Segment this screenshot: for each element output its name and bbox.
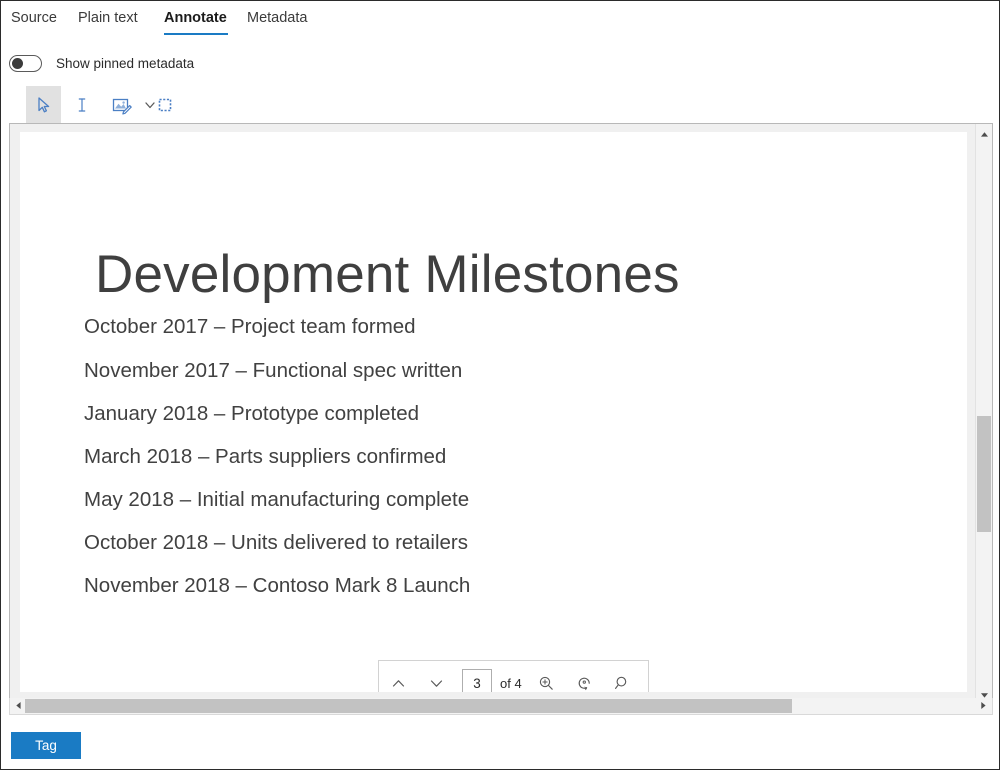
page-navigation-toolbar: of 4 (378, 660, 649, 692)
show-pinned-metadata-toggle[interactable] (9, 55, 42, 72)
slide-title: Development Milestones (95, 244, 680, 305)
next-page-button[interactable] (417, 661, 455, 692)
search-magnifier-icon (613, 674, 632, 692)
tab-annotate-label: Annotate (164, 10, 227, 26)
scroll-right-button[interactable] (976, 698, 991, 713)
page-total-label: of 4 (500, 676, 522, 691)
slide-line: January 2018 – Prototype completed (84, 402, 419, 426)
tab-strip: Source Plain text Annotate Metadata (1, 1, 1000, 38)
tab-metadata[interactable]: Metadata (247, 1, 315, 38)
tab-source[interactable]: Source (11, 1, 63, 38)
text-tool-button[interactable] (64, 86, 99, 123)
show-pinned-metadata-label: Show pinned metadata (56, 54, 194, 73)
document-viewer: Development Milestones October 2017 – Pr… (9, 123, 993, 706)
chevron-up-icon (390, 675, 407, 692)
scroll-right-arrow-icon (980, 701, 987, 710)
scroll-up-arrow-icon (980, 131, 989, 138)
text-cursor-icon (72, 95, 92, 115)
tab-plain-text[interactable]: Plain text (78, 1, 147, 38)
scroll-left-button[interactable] (11, 698, 26, 713)
document-page[interactable]: Development Milestones October 2017 – Pr… (20, 132, 967, 692)
image-edit-icon (111, 95, 133, 115)
vertical-scrollbar[interactable] (975, 124, 992, 705)
scroll-up-button[interactable] (976, 126, 992, 142)
slide-line: November 2017 – Functional spec written (84, 359, 462, 383)
tab-metadata-label: Metadata (247, 10, 307, 26)
select-tool-button[interactable] (26, 86, 61, 123)
tab-annotate[interactable]: Annotate (164, 1, 228, 38)
scroll-left-arrow-icon (15, 701, 22, 710)
pinned-metadata-row: Show pinned metadata (1, 49, 1000, 81)
rotate-button[interactable] (566, 661, 604, 692)
annotate-toolbar (19, 86, 966, 123)
zoom-in-magnifier-icon (537, 674, 556, 692)
slide-line: October 2017 – Project team formed (84, 315, 416, 339)
horizontal-scrollbar-thumb[interactable] (25, 699, 792, 713)
image-annotate-tool-button[interactable] (104, 86, 139, 123)
toggle-knob-icon (12, 58, 23, 69)
region-select-tool-button[interactable] (147, 86, 182, 123)
chevron-down-icon (428, 675, 445, 692)
cursor-arrow-icon (34, 95, 54, 115)
slide-line: October 2018 – Units delivered to retail… (84, 531, 468, 555)
annotation-window: Source Plain text Annotate Metadata Show… (0, 0, 1000, 770)
slide-line: November 2018 – Contoso Mark 8 Launch (84, 574, 470, 598)
tab-source-label: Source (11, 10, 57, 26)
page-number-input[interactable] (462, 669, 492, 692)
slide-line: May 2018 – Initial manufacturing complet… (84, 488, 469, 512)
dashed-rectangle-icon (155, 95, 175, 115)
rotate-icon (575, 674, 594, 692)
zoom-in-button[interactable] (528, 661, 566, 692)
tab-active-underline (164, 33, 228, 36)
tag-button[interactable]: Tag (11, 732, 81, 759)
vertical-scrollbar-thumb[interactable] (977, 416, 991, 532)
slide-line: March 2018 – Parts suppliers confirmed (84, 445, 446, 469)
search-document-button[interactable] (604, 661, 642, 692)
tab-plain-text-label: Plain text (78, 10, 138, 26)
horizontal-scrollbar[interactable] (9, 698, 993, 715)
previous-page-button[interactable] (379, 661, 417, 692)
